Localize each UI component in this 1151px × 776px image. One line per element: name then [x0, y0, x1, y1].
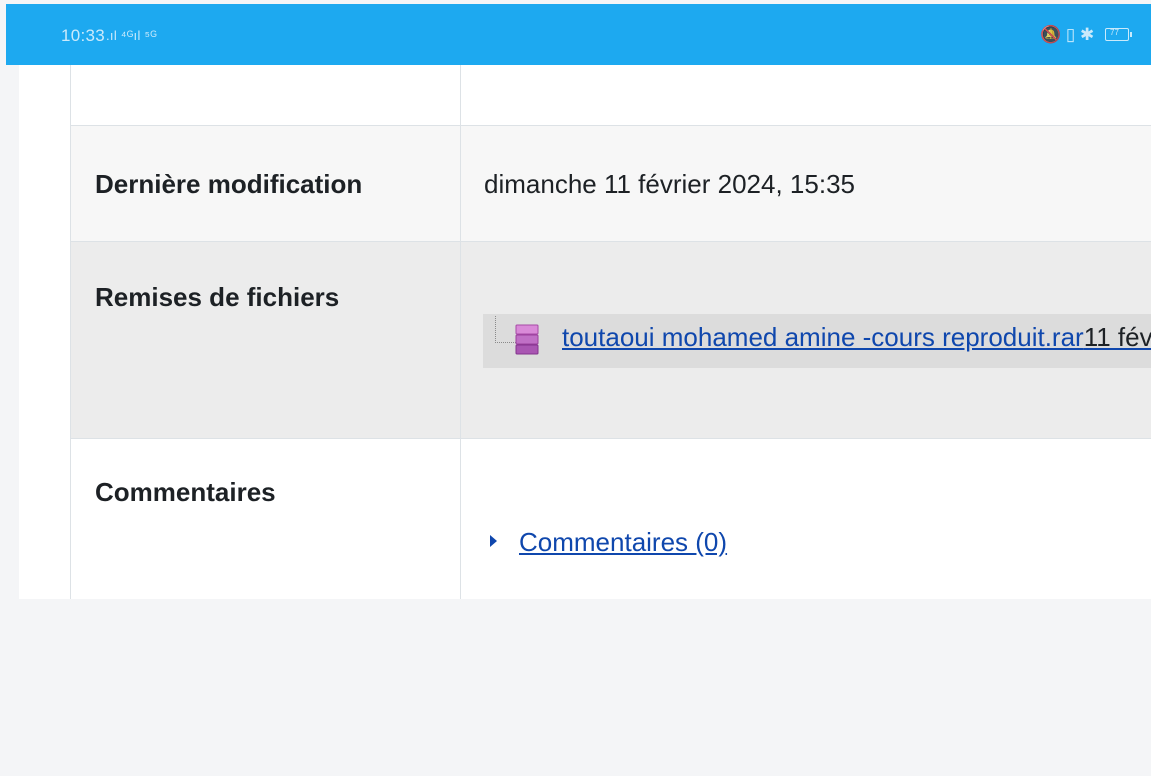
file-tree: toutaoui mohamed amine -cours reproduit.… — [483, 314, 1151, 368]
row-label-cell: Dernière modification — [71, 126, 461, 241]
comments-link[interactable]: Commentaires (0) — [519, 527, 727, 557]
file-name[interactable]: toutaoui mohamed amine -cours reproduit.… — [562, 322, 1084, 352]
table-row-last-modified: Dernière modification dimanche 11 févrie… — [71, 126, 1151, 242]
status-icons: 🔕 ▯ ✱ 77 — [1034, 24, 1132, 45]
battery-level: 77 — [1110, 28, 1119, 38]
notification-icons: 🔕 ▯ ✱ — [1040, 24, 1095, 44]
row-label-cell — [71, 65, 461, 125]
row-value-cell: toutaoui mohamed amine -cours reproduit.… — [462, 242, 1151, 438]
signal-icon: .ıl ⁴ᴳıl ⁵ᴳ — [106, 28, 158, 43]
last-modified-value: dimanche 11 février 2024, 15:35 — [484, 169, 855, 199]
file-submissions-label: Remises de fichiers — [95, 282, 340, 312]
row-value-cell: Commentaires (0) — [462, 439, 1151, 599]
row-label-cell: Remises de fichiers — [71, 242, 461, 438]
row-label-cell: Commentaires — [71, 439, 461, 599]
table-row — [71, 65, 1151, 126]
status-bar: 10:33 .ıl ⁴ᴳıl ⁵ᴳ 🔕 ▯ ✱ 77 — [6, 4, 1151, 65]
file-date: 11 fév — [1083, 322, 1151, 352]
row-value-cell: dimanche 11 février 2024, 15:35 — [462, 126, 1151, 241]
comments-toggle[interactable]: Commentaires (0) — [490, 527, 727, 558]
submission-card: Dernière modification dimanche 11 févrie… — [19, 65, 1151, 599]
last-modified-label: Dernière modification — [95, 169, 363, 199]
table-row-file-submissions: Remises de fichiers toutaoui mohamed ami… — [71, 242, 1151, 439]
table-row-comments: Commentaires Commentaires (0) — [71, 439, 1151, 599]
archive-icon — [515, 324, 539, 355]
battery-icon: 77 — [1105, 28, 1132, 42]
row-value-cell — [462, 65, 1151, 125]
status-time: 10:33 — [61, 26, 106, 45]
submission-status-table: Dernière modification dimanche 11 févrie… — [70, 65, 1151, 599]
caret-right-icon[interactable] — [490, 535, 497, 548]
file-link[interactable]: toutaoui mohamed amine -cours reproduit.… — [562, 322, 1151, 353]
tree-connector — [495, 316, 516, 343]
comments-label: Commentaires — [95, 477, 276, 507]
